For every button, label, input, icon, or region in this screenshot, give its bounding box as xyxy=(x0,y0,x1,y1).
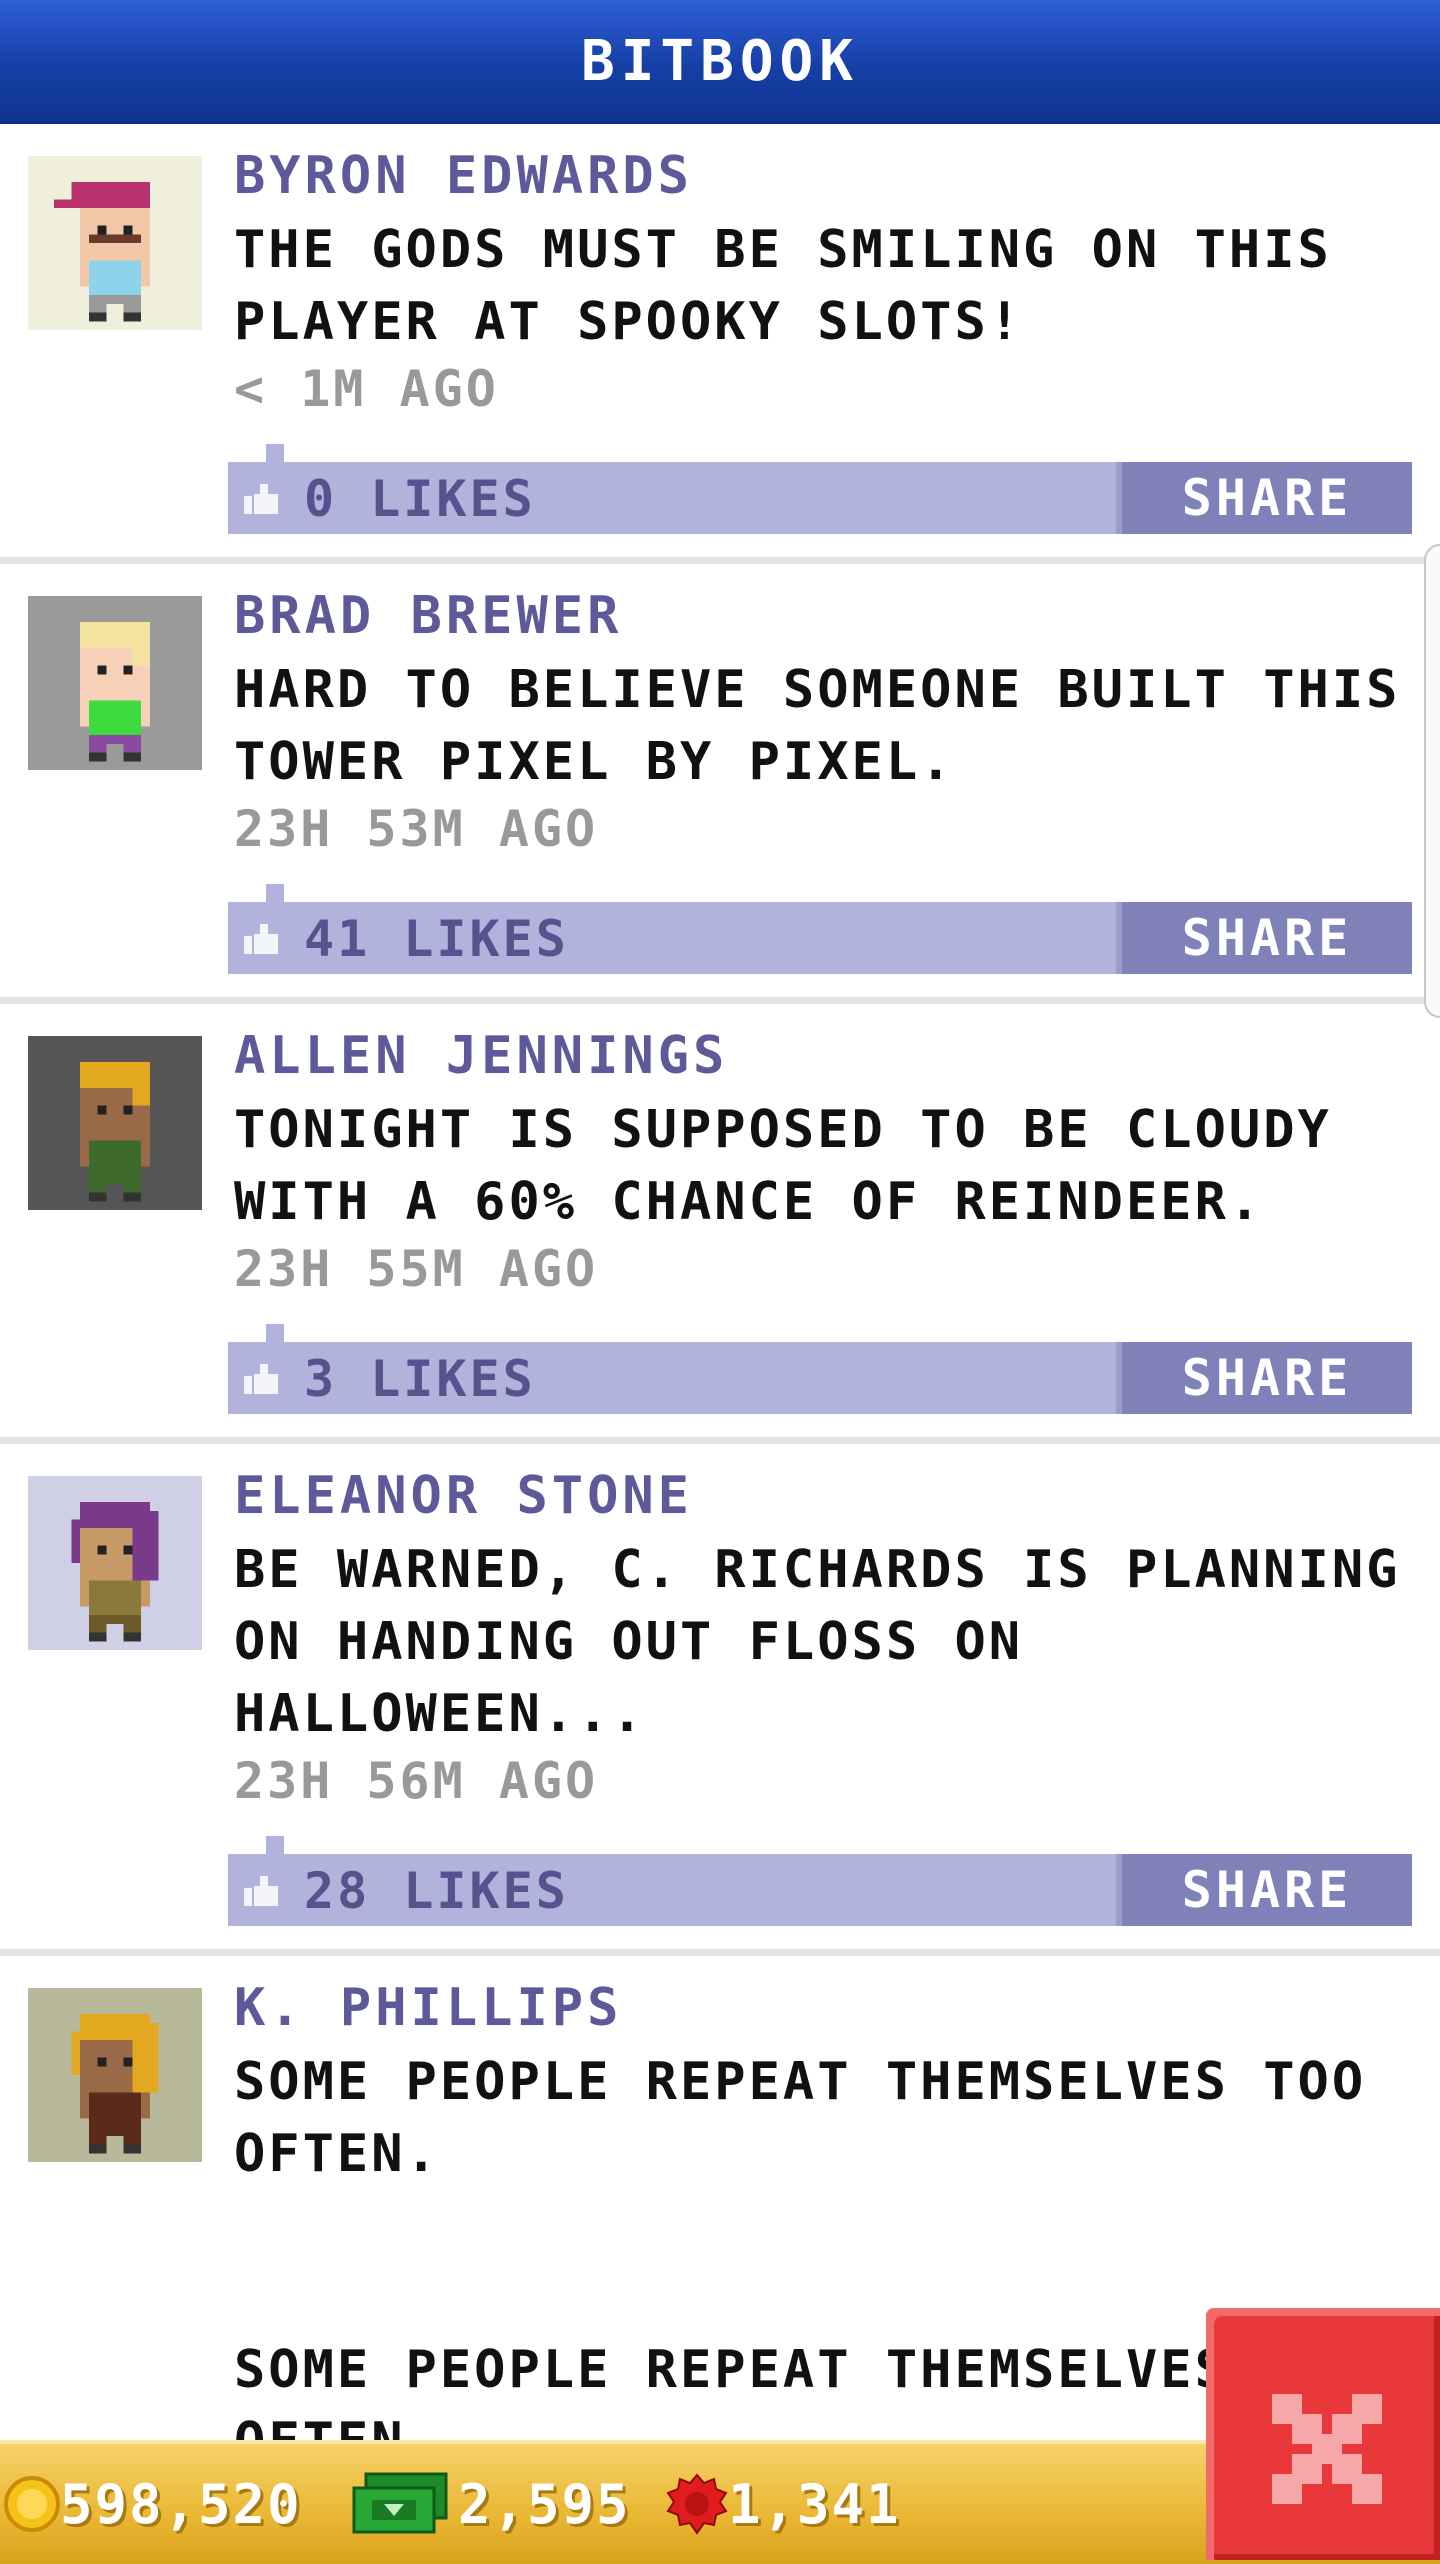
post-author[interactable]: ELEANOR STONE xyxy=(234,1466,693,1526)
author-avatar[interactable] xyxy=(28,156,202,330)
tickets-display: 1,341 xyxy=(666,2444,901,2564)
close-button[interactable] xyxy=(1206,2308,1440,2560)
thumbs-up-icon[interactable] xyxy=(244,924,278,954)
post-message: HARD TO BELIEVE SOMEONE BUILT THIS TOWER… xyxy=(234,660,1435,792)
author-avatar[interactable] xyxy=(28,1476,202,1650)
post-author[interactable]: ALLEN JENNINGS xyxy=(234,1026,728,1086)
avatar-portrait xyxy=(28,1476,202,1650)
app-header: BITBOOK xyxy=(0,0,1440,124)
share-button[interactable]: SHARE xyxy=(1116,1854,1412,1926)
like-bar: 28 LIKES SHARE xyxy=(228,1836,1412,1926)
post-message: BE WARNED, C. RICHARDS IS PLANNING ON HA… xyxy=(234,1540,1435,1744)
feed-post: BRAD BREWER HARD TO BELIEVE SOMEONE BUIL… xyxy=(0,564,1440,1004)
app-title: BITBOOK xyxy=(580,28,859,94)
cash-value: 2,595 xyxy=(458,2472,631,2536)
share-button[interactable]: SHARE xyxy=(1116,902,1412,974)
coins-value: 598,520 xyxy=(60,2472,302,2536)
share-button[interactable]: SHARE xyxy=(1116,462,1412,534)
post-message: THE GODS MUST BE SMILING ON THIS PLAYER … xyxy=(234,220,1367,352)
thumbs-up-icon[interactable] xyxy=(244,1364,278,1394)
author-avatar[interactable] xyxy=(28,1988,202,2162)
avatar-portrait xyxy=(28,1036,202,1210)
post-message: TONIGHT IS SUPPOSED TO BE CLOUDY WITH A … xyxy=(234,1100,1367,1232)
tickets-value: 1,341 xyxy=(728,2472,901,2536)
ticket-icon xyxy=(666,2473,728,2535)
thumbs-up-icon[interactable] xyxy=(244,1876,278,1906)
cash-icon xyxy=(352,2472,448,2534)
post-time: < 1M AGO xyxy=(234,360,499,418)
post-time: 23H 53M AGO xyxy=(234,800,599,858)
avatar-portrait xyxy=(28,1988,202,2162)
likes-count[interactable]: 41 LIKES xyxy=(304,910,569,968)
close-icon[interactable] xyxy=(1272,2394,1382,2504)
share-button[interactable]: SHARE xyxy=(1116,1342,1412,1414)
feed-post: ELEANOR STONE BE WARNED, C. RICHARDS IS … xyxy=(0,1444,1440,1956)
author-avatar[interactable] xyxy=(28,596,202,770)
post-author[interactable]: K. PHILLIPS xyxy=(234,1978,622,2038)
feed-post: ALLEN JENNINGS TONIGHT IS SUPPOSED TO BE… xyxy=(0,1004,1440,1444)
post-author[interactable]: BYRON EDWARDS xyxy=(234,146,693,206)
scroll-indicator[interactable] xyxy=(1424,544,1440,1018)
likes-count[interactable]: 0 LIKES xyxy=(304,470,536,528)
thumbs-up-icon[interactable] xyxy=(244,484,278,514)
avatar-portrait xyxy=(28,596,202,770)
avatar-portrait xyxy=(28,156,202,330)
like-bar: 0 LIKES SHARE xyxy=(228,444,1412,534)
like-bar: 3 LIKES SHARE xyxy=(228,1324,1412,1414)
author-avatar[interactable] xyxy=(28,1036,202,1210)
likes-count[interactable]: 3 LIKES xyxy=(304,1350,536,1408)
post-author[interactable]: BRAD BREWER xyxy=(234,586,622,646)
post-time: 23H 55M AGO xyxy=(234,1240,599,1298)
like-bar: 41 LIKES SHARE xyxy=(228,884,1412,974)
likes-count[interactable]: 28 LIKES xyxy=(304,1862,569,1920)
coins-display: 598,520 xyxy=(4,2444,302,2564)
coin-icon xyxy=(4,2476,60,2532)
feed[interactable]: BYRON EDWARDS THE GODS MUST BE SMILING O… xyxy=(0,124,1440,2440)
post-time: 23H 56M AGO xyxy=(234,1752,599,1810)
feed-post: BYRON EDWARDS THE GODS MUST BE SMILING O… xyxy=(0,124,1440,564)
cash-display: 2,595 xyxy=(352,2444,631,2564)
